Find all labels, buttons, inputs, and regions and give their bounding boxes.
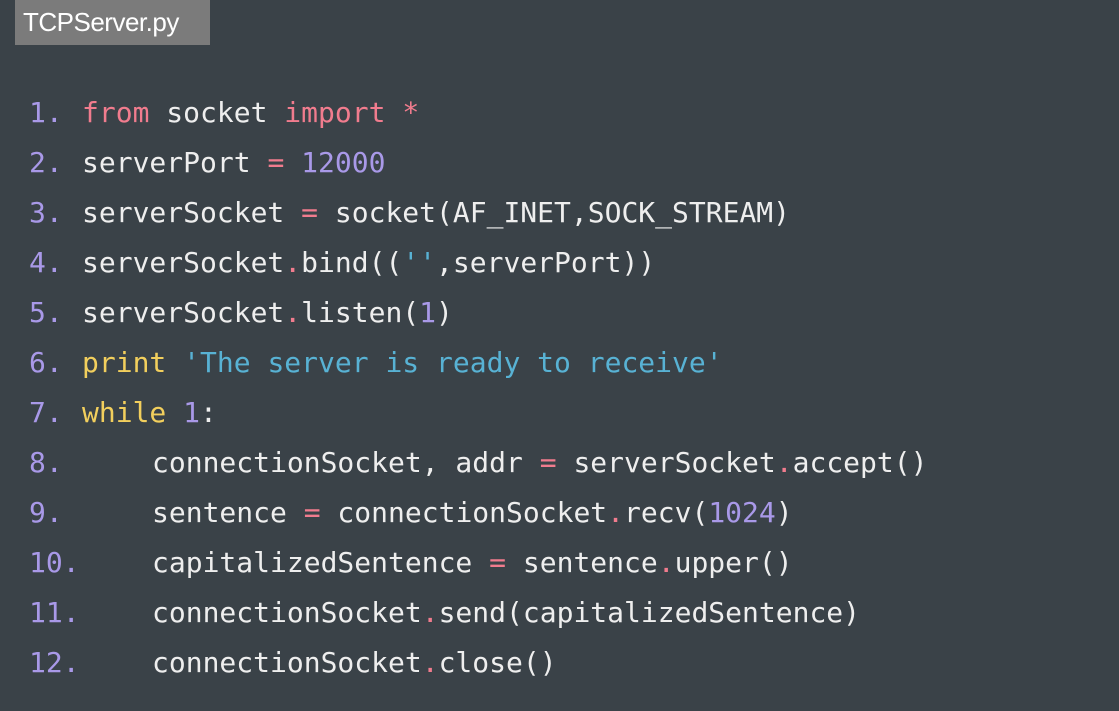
code-text: print 'The server is ready to receive' [82,338,723,388]
code-token: '' [402,246,437,279]
code-token: send(capitalizedSentence) [438,596,861,629]
line-number: 7. [29,396,63,429]
code-token: = [301,196,319,229]
code-token: upper() [674,546,793,579]
code-token: . [607,496,625,529]
code-token: bind(( [301,246,403,279]
code-token: . [775,446,793,479]
code-token: sentence [506,546,658,579]
code-token: serverSocket [556,446,776,479]
code-token: = [303,496,321,529]
code-token: import [284,96,386,129]
code-token: sentence [152,496,304,529]
line-number: 8. [29,446,63,479]
line-number: 3. [29,196,63,229]
code-token: : [200,396,217,429]
code-token: 'The server is ready to receive' [183,346,723,379]
code-text: serverPort = 12000 [82,138,385,188]
code-token: connectionSocket, addr [152,446,540,479]
code-token: connectionSocket [320,496,608,529]
code-token: print [82,346,167,379]
code-token: serverSocket [82,196,302,229]
code-token: = [539,446,557,479]
file-tab-title: TCPServer.py [23,7,179,37]
code-token: ) [436,296,453,329]
code-token: . [284,246,302,279]
code-token: from [82,96,150,129]
code-token: socket [149,96,285,129]
code-token: serverSocket [82,296,285,329]
code-text: capitalizedSentence = sentence.upper() [152,538,793,588]
code-token: 1024 [708,496,776,529]
code-token: . [421,596,439,629]
code-text: connectionSocket.close() [152,638,557,688]
code-token: while [82,396,167,429]
code-token: 1 [419,296,437,329]
code-token: connectionSocket [152,646,422,679]
code-token: 12000 [301,146,386,179]
line-number: 4. [29,246,63,279]
code-token: socket(AF_INET,SOCK_STREAM) [318,196,791,229]
line-number: 9. [29,496,63,529]
code-text: serverSocket = socket(AF_INET,SOCK_STREA… [82,188,790,238]
code-token: . [421,646,439,679]
line-number: 5. [29,296,63,329]
code-token: connectionSocket [152,596,422,629]
code-text: serverSocket.bind(('',serverPort)) [82,238,655,288]
code-token: . [657,546,675,579]
code-token: = [489,546,507,579]
code-token: listen( [301,296,420,329]
code-token: ) [775,496,793,529]
code-text: from socket import * [82,88,419,138]
code-token: serverSocket [82,246,285,279]
line-number: 10. [29,546,80,579]
code-text: connectionSocket, addr = serverSocket.ac… [152,438,927,488]
code-text: connectionSocket.send(capitalizedSentenc… [152,588,860,638]
code-text: sentence = connectionSocket.recv(1024) [152,488,793,538]
line-number: 11. [29,596,80,629]
line-number: 12. [29,646,80,679]
code-token: . [284,296,302,329]
line-number: 1. [29,96,63,129]
code-token: * [402,96,420,129]
code-text: serverSocket.listen(1) [82,288,453,338]
code-token: serverPort [82,146,268,179]
code-token: = [267,146,285,179]
code-token: 1 [183,396,201,429]
code-token: close() [438,646,557,679]
file-tab[interactable]: TCPServer.py [15,0,210,45]
code-token: recv( [624,496,709,529]
code-token: accept() [792,446,928,479]
line-number: 6. [29,346,63,379]
code-text: while 1: [82,388,217,438]
code-token: capitalizedSentence [152,546,490,579]
line-number: 2. [29,146,63,179]
code-token: ,serverPort)) [436,246,656,279]
